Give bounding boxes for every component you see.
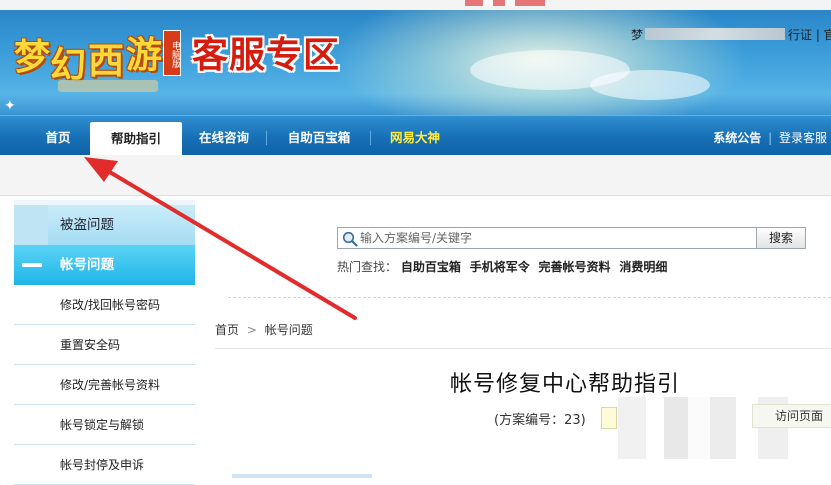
nav-right-separator: |	[768, 131, 773, 145]
hot-link[interactable]: 自助百宝箱	[401, 260, 461, 274]
user-prefix: 梦	[631, 28, 644, 42]
section-divider	[215, 348, 831, 349]
nav-self-service-box[interactable]: 自助百宝箱	[270, 116, 368, 156]
visit-page-button[interactable]: 访问页面	[752, 404, 831, 428]
hot-link[interactable]: 手机将军令	[470, 260, 530, 274]
user-links[interactable]: 行证 | 官	[788, 26, 831, 43]
sidebar-item-ban-appeal[interactable]: 帐号封停及申诉	[14, 445, 195, 485]
blurred-username	[645, 28, 785, 40]
netease-logo-mark	[465, 0, 545, 6]
main-nav: 首页 帮助指引 在线咨询 自助百宝箱 网易大神 系统公告 | 登录客服	[0, 115, 831, 156]
header-banner: ✦ 梦 幻 西 游 电脑版 客服专区 梦 行证 | 官	[0, 10, 831, 115]
sidebar-item-label: 修改/找回帐号密码	[60, 298, 161, 312]
sidebar-category-theft[interactable]: 被盗问题	[14, 205, 195, 245]
edition-badge: 电脑版	[163, 30, 181, 76]
logo-char: 游	[126, 34, 163, 76]
sidebar-item-label: 帐号锁定与解锁	[60, 418, 145, 432]
sparkle-icon: ✦	[4, 98, 16, 114]
article-title: 帐号修复中心帮助指引	[450, 372, 681, 397]
sidebar-item-label: 修改/完善帐号资料	[60, 378, 161, 392]
search-icon	[342, 231, 358, 247]
search-input[interactable]	[360, 229, 750, 247]
zone-title: 客服专区	[192, 35, 341, 76]
search-button[interactable]: 搜索	[756, 227, 806, 249]
category-stripe	[14, 205, 48, 245]
search-box	[337, 227, 757, 249]
sidebar-item-reset-security-code[interactable]: 重置安全码	[14, 325, 195, 365]
sidebar-category-account[interactable]: 帐号问题	[14, 245, 195, 285]
nav-right-links: 系统公告 | 登录客服	[713, 116, 827, 156]
rating-box[interactable]	[601, 407, 617, 429]
breadcrumb-separator: >	[246, 323, 257, 337]
nav-home[interactable]: 首页	[28, 116, 88, 156]
game-logo[interactable]: 梦 幻 西 游	[14, 22, 169, 87]
cloud-decoration	[590, 70, 710, 100]
sidebar-category-label: 被盗问题	[60, 217, 114, 233]
logo-char: 梦	[14, 36, 51, 78]
sidebar-item-lock-unlock[interactable]: 帐号锁定与解锁	[14, 405, 195, 445]
nav-help-guide[interactable]: 帮助指引	[90, 122, 182, 156]
sidebar-item-change-password[interactable]: 修改/找回帐号密码	[14, 285, 195, 325]
sidebar-item-edit-account-info[interactable]: 修改/完善帐号资料	[14, 365, 195, 405]
sidebar-item-label: 帐号封停及申诉	[60, 458, 145, 472]
hot-search-row: 热门查找： 自助百宝箱 手机将军令 完善帐号资料 消费明细	[337, 258, 672, 275]
breadcrumb-current: 帐号问题	[264, 323, 313, 337]
content-bar	[232, 474, 372, 478]
sidebar-item-label: 重置安全码	[60, 338, 121, 352]
subnav-band	[0, 155, 831, 196]
login-service-link[interactable]: 登录客服	[779, 131, 827, 145]
sidebar-category-label: 帐号问题	[60, 257, 114, 273]
nav-divider	[370, 131, 371, 145]
sidebar: 被盗问题 帐号问题 修改/找回帐号密码 重置安全码 修改/完善帐号资料 帐号锁定…	[14, 200, 195, 485]
nav-online-consult[interactable]: 在线咨询	[185, 116, 263, 156]
breadcrumb: 首页 > 帐号问题	[215, 321, 313, 338]
nav-netease-dashen[interactable]: 网易大神	[374, 116, 456, 156]
logo-char: 西	[88, 40, 125, 82]
nav-divider	[266, 131, 267, 145]
section-divider	[228, 297, 831, 298]
breadcrumb-home[interactable]: 首页	[215, 323, 239, 337]
article-meta: (方案编号：23)	[494, 413, 586, 428]
system-notice-link[interactable]: 系统公告	[713, 131, 761, 145]
collapse-minus-icon	[22, 263, 42, 267]
blurred-text	[58, 80, 158, 92]
hot-link[interactable]: 消费明细	[619, 260, 667, 274]
hot-search-label: 热门查找：	[337, 260, 398, 274]
top-strip	[0, 0, 831, 10]
hot-link[interactable]: 完善帐号资料	[539, 260, 611, 274]
